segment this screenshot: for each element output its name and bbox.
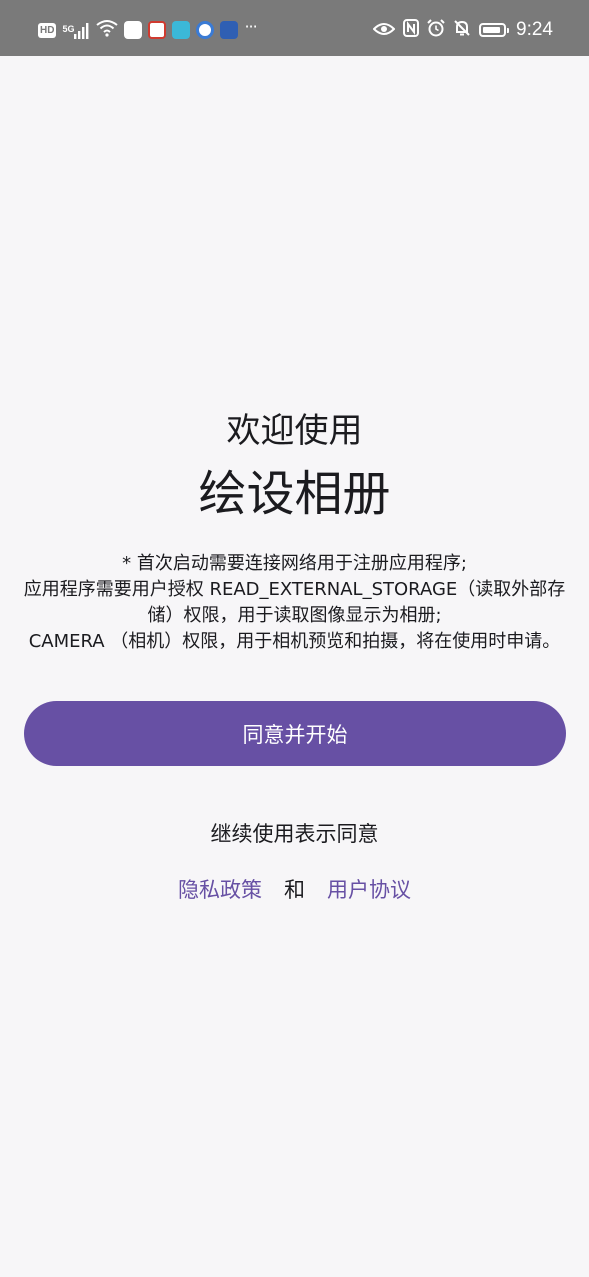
status-bar-right: 9:24 [372, 16, 553, 44]
battery-icon [479, 23, 510, 37]
agree-and-start-button[interactable]: 同意并开始 [24, 701, 566, 766]
welcome-greeting: 欢迎使用 [226, 411, 363, 451]
browser-app-icon [196, 21, 215, 39]
cellular-signal-icon: 5G [62, 21, 90, 39]
more-notifications-icon: ··· [244, 17, 257, 36]
status-time: 9:24 [516, 19, 553, 40]
alarm-icon [427, 19, 445, 41]
news-app-icon [148, 21, 167, 39]
agreement-links: 隐私政策 和 用户协议 [0, 873, 589, 907]
notice-line-camera: CAMERA （相机）权限，用于相机预览和拍摄，将在使用时申请。 [28, 631, 561, 652]
wifi-icon [96, 19, 119, 41]
hd-badge: HD [38, 22, 57, 38]
privacy-policy-link[interactable]: 隐私政策 [178, 874, 262, 906]
app-name-title: 绘设相册 [198, 466, 391, 522]
continue-agreement-text: 继续使用表示同意 [210, 822, 379, 846]
notice-line-storage: 应用程序需要用户授权 READ_EXTERNAL_STORAGE（读取外部存储）… [23, 579, 566, 626]
network-type-label: 5G [62, 24, 75, 34]
eye-icon [372, 21, 396, 40]
status-bar: HD 5G ··· 9:24 [0, 0, 589, 56]
and-text: 和 [284, 878, 305, 902]
status-bar-left: HD 5G ··· [38, 17, 258, 42]
shopping-bag-app-icon [124, 21, 143, 39]
mute-bell-icon [453, 19, 471, 41]
blue-app-icon [220, 21, 239, 39]
notice-line-network: * 首次启动需要连接网络用于注册应用程序; [122, 553, 467, 574]
permission-notice: * 首次启动需要连接网络用于注册应用程序; 应用程序需要用户授权 READ_EX… [22, 551, 567, 655]
teal-app-icon [172, 21, 191, 39]
nfc-icon [403, 19, 420, 41]
user-agreement-link[interactable]: 用户协议 [327, 874, 411, 906]
